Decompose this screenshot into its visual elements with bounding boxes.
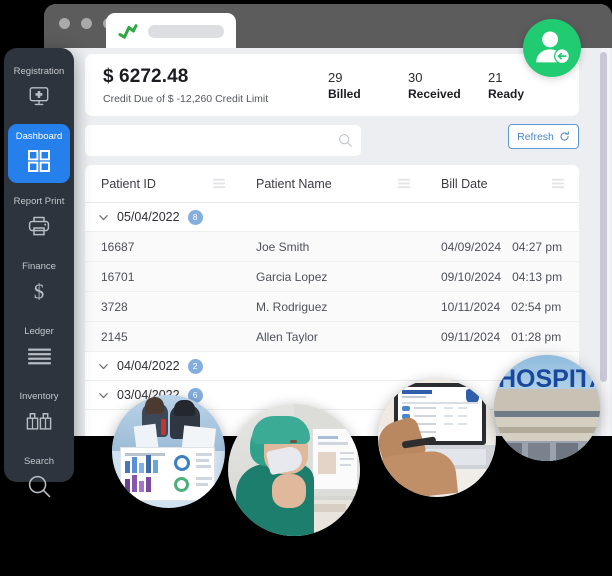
vertical-scrollbar-thumb[interactable]	[600, 52, 607, 382]
sidebar-item-label: Search	[23, 456, 55, 467]
dollar-sign-icon: $	[8, 278, 70, 304]
tab-title-placeholder	[148, 24, 224, 38]
credit-summary: $ 6272.48 Credit Due of $ -12,260 Credit…	[103, 66, 328, 105]
column-header-bill-date[interactable]: Bill Date	[425, 165, 579, 202]
column-header-patient-name[interactable]: Patient Name	[240, 165, 425, 202]
stat-received-label: Received	[408, 86, 461, 101]
vertical-scrollbar-track[interactable]	[600, 48, 610, 436]
browser-tab[interactable]	[106, 13, 236, 49]
cell-bill-time-value: 02:54 pm	[511, 299, 562, 314]
group-header-row[interactable]: 05/04/2022 8	[85, 203, 579, 232]
stat-billed-value: 29	[328, 70, 343, 86]
cell-bill-date-value: 09/10/2024	[441, 269, 502, 284]
boxes-icon	[8, 408, 70, 434]
cell-patient-name: M. Rodriguez	[256, 299, 328, 314]
search-input[interactable]	[85, 125, 329, 156]
stat-billed: 29 Billed	[328, 69, 408, 101]
sidebar-item-label: Registration	[13, 66, 65, 77]
cell-patient-id: 16701	[101, 269, 135, 284]
table-row[interactable]: 3728 M. Rodriguez 10/11/2024 02:54 pm	[85, 292, 579, 322]
printer-icon	[8, 213, 70, 239]
stat-received: 30 Received	[408, 69, 488, 101]
lab-technicians-analytics-photo[interactable]	[112, 395, 225, 508]
sidebar-item-finance[interactable]: Finance $	[8, 254, 70, 313]
toolbar-row: Refresh	[85, 123, 579, 159]
group-date-label: 05/04/2022	[117, 210, 180, 224]
refresh-button-label: Refresh	[517, 130, 554, 143]
search-icon[interactable]	[329, 133, 361, 148]
svg-text:$: $	[34, 280, 45, 304]
table-row[interactable]: 16701 Garcia Lopez 09/10/2024 04:13 pm	[85, 262, 579, 292]
window-minimize-dot[interactable]	[81, 18, 92, 29]
table-header-row: Patient ID Patient Name Bill Date	[85, 165, 579, 203]
user-login-avatar-icon	[536, 31, 571, 65]
sidebar-item-ledger[interactable]: Ledger	[8, 319, 70, 378]
cell-patient-id: 2145	[101, 329, 128, 344]
insurance-plans-laptop-photo[interactable]	[378, 379, 496, 497]
cell-bill-date: 10/11/2024 02:54 pm	[425, 300, 579, 314]
column-header-patient-id-label: Patient ID	[101, 176, 156, 191]
stat-ready-label: Ready	[488, 86, 525, 101]
chevron-down-icon[interactable]	[98, 390, 109, 401]
credit-amount: $ 6272.48	[103, 65, 189, 87]
sidebar-item-label: Finance	[22, 261, 56, 272]
cell-bill-date: 09/10/2024 04:13 pm	[425, 270, 579, 284]
hamburger-menu-icon[interactable]	[397, 178, 411, 189]
cell-patient-id: 16687	[101, 239, 135, 254]
grid-2x2-icon	[8, 148, 70, 174]
group-date-label: 04/04/2022	[117, 359, 180, 373]
sidebar-item-dashboard[interactable]: Dashboard	[8, 124, 70, 183]
sidebar-item-registration[interactable]: Registration	[8, 59, 70, 118]
search-box[interactable]	[85, 125, 361, 156]
chevron-down-icon[interactable]	[98, 361, 109, 372]
green-zigzag-logo-icon	[118, 24, 138, 39]
avatar[interactable]	[523, 19, 581, 77]
hamburger-menu-icon[interactable]	[551, 178, 565, 189]
cell-bill-date-value: 04/09/2024	[441, 239, 502, 254]
lines-stack-icon	[8, 343, 70, 369]
column-header-bill-date-label: Bill Date	[441, 176, 488, 191]
group-count-badge: 2	[187, 358, 203, 374]
column-header-patient-id[interactable]: Patient ID	[85, 165, 240, 202]
group-count-badge: 8	[187, 209, 203, 225]
cell-patient-name: Allen Taylor	[256, 329, 318, 344]
cell-bill-date-value: 09/11/2024	[441, 329, 501, 344]
window-close-dot[interactable]	[59, 18, 70, 29]
sidebar-nav: Registration Dashboard Report Print Fina…	[4, 48, 74, 497]
table-row[interactable]: 16687 Joe Smith 04/09/2024 04:27 pm	[85, 232, 579, 262]
refresh-circular-arrow-icon	[560, 131, 569, 141]
hamburger-menu-icon[interactable]	[212, 178, 226, 189]
screenshot-stage: $ 6272.48 Credit Due of $ -12,260 Credit…	[0, 0, 612, 576]
cell-bill-time-value: 04:27 pm	[512, 239, 563, 254]
cell-bill-time-value: 01:28 pm	[511, 329, 562, 344]
sidebar-item-inventory[interactable]: Inventory	[8, 384, 70, 443]
cell-patient-name: Garcia Lopez	[256, 269, 328, 284]
cell-bill-date-value: 10/11/2024	[441, 299, 501, 314]
summary-card: $ 6272.48 Credit Due of $ -12,260 Credit…	[85, 54, 579, 116]
sidebar-item-report-print[interactable]: Report Print	[8, 189, 70, 248]
cell-bill-date: 09/11/2024 01:28 pm	[425, 330, 579, 344]
hospital-building-sign-photo[interactable]: HOSPITA	[494, 355, 600, 461]
magnifier-icon	[8, 473, 70, 499]
monitor-plus-icon	[8, 83, 70, 109]
cell-patient-id: 3728	[101, 299, 128, 314]
stat-billed-label: Billed	[328, 86, 361, 101]
sidebar-item-label: Report Print	[13, 196, 65, 207]
cell-patient-name: Joe Smith	[256, 239, 310, 254]
sidebar-item-label: Inventory	[19, 391, 59, 402]
credit-subtitle: Credit Due of $ -12,260 Credit Limit	[103, 92, 269, 105]
sidebar-item-label: Ledger	[24, 326, 54, 337]
stat-received-value: 30	[408, 70, 423, 86]
cell-bill-date: 04/09/2024 04:27 pm	[425, 240, 579, 254]
cell-bill-time-value: 04:13 pm	[512, 269, 563, 284]
table-row[interactable]: 2145 Allen Taylor 09/11/2024 01:28 pm	[85, 322, 579, 352]
sidebar-item-label: Dashboard	[15, 131, 63, 142]
chevron-down-icon[interactable]	[98, 212, 109, 223]
refresh-button[interactable]: Refresh	[508, 124, 579, 149]
column-header-patient-name-label: Patient Name	[256, 176, 332, 191]
nurse-at-computer-photo[interactable]	[228, 404, 360, 536]
sidebar-item-search[interactable]: Search	[8, 449, 70, 508]
